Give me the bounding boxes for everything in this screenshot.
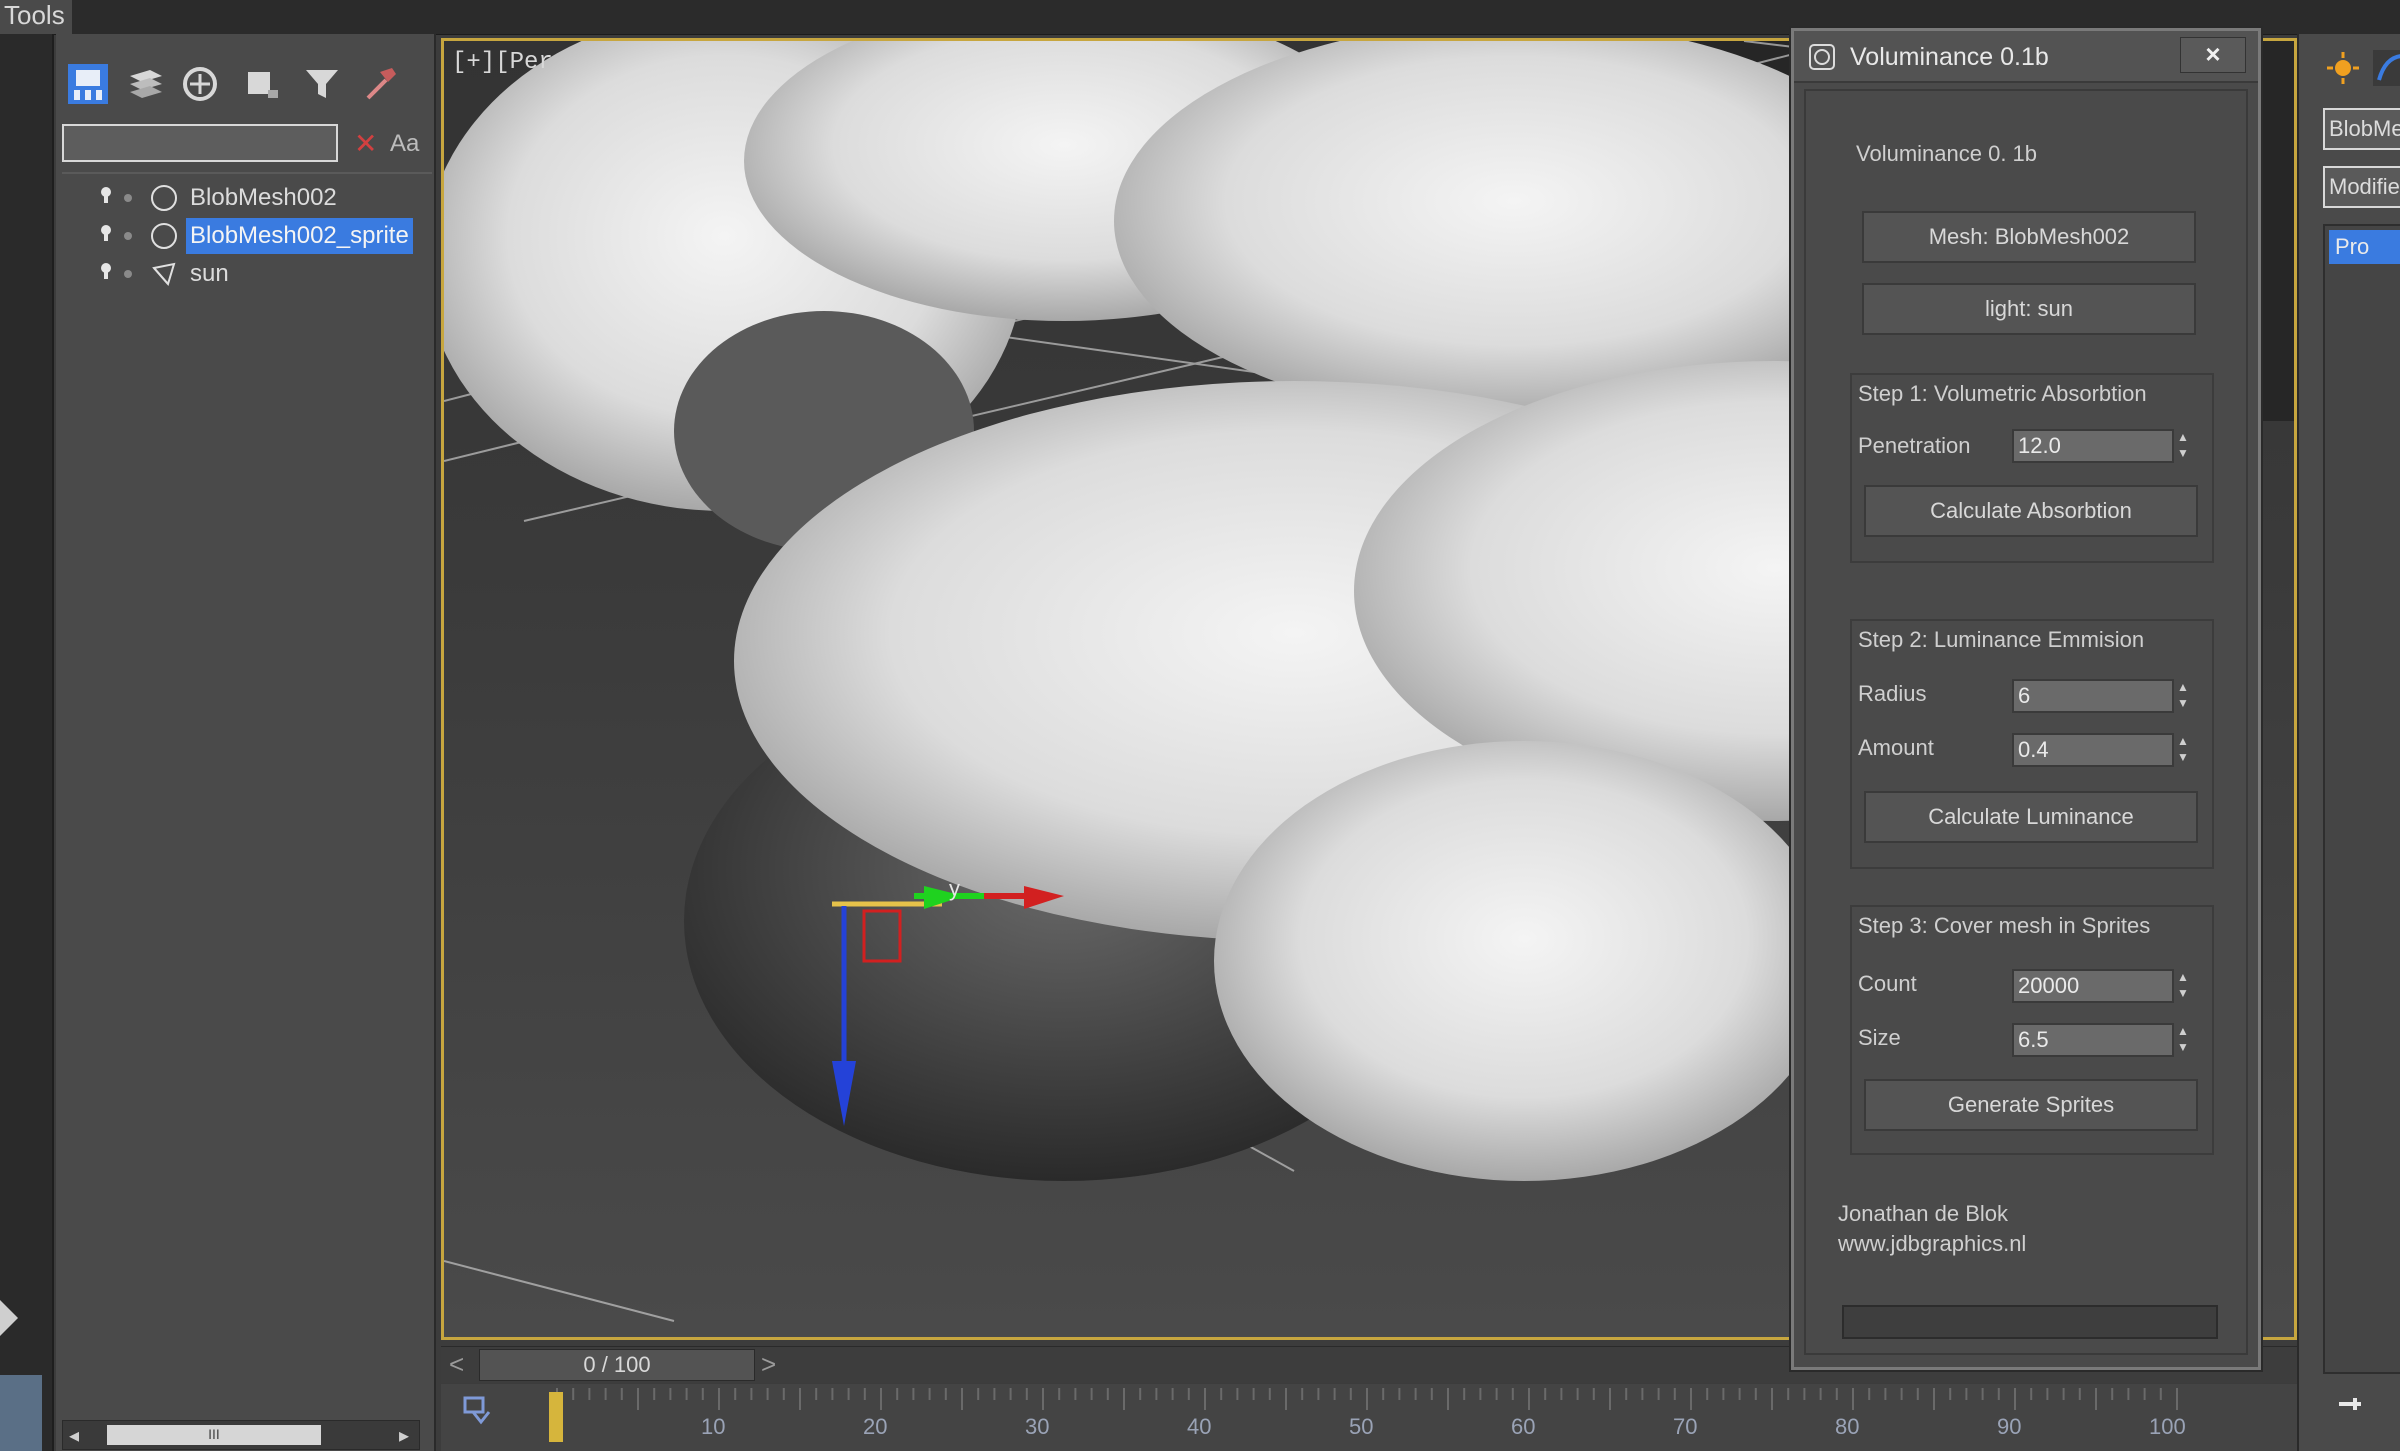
left-toolbar-strip bbox=[0, 34, 54, 1451]
left-strip-button[interactable] bbox=[0, 1375, 42, 1451]
viewport-label[interactable]: [+][Per bbox=[452, 49, 553, 76]
divider bbox=[62, 172, 432, 174]
radius-field[interactable]: 6 bbox=[2012, 679, 2174, 713]
time-next-button[interactable]: > bbox=[761, 1349, 776, 1380]
tick-label: 20 bbox=[863, 1414, 888, 1439]
match-case-toggle[interactable]: Aa bbox=[390, 130, 419, 158]
tree-item-label: sun bbox=[190, 260, 229, 287]
step3-title: Step 3: Cover mesh in Sprites bbox=[1858, 913, 2151, 938]
progress-bar bbox=[1842, 1305, 2218, 1339]
amount-label: Amount bbox=[1858, 735, 1934, 760]
hammer-icon[interactable] bbox=[358, 62, 402, 106]
freeze-dot-icon[interactable] bbox=[124, 232, 132, 240]
penetration-spinner[interactable]: ▲ ▼ bbox=[2174, 429, 2192, 463]
amount-spinner[interactable]: ▲ ▼ bbox=[2174, 733, 2192, 767]
tick-label: 60 bbox=[1511, 1414, 1536, 1439]
author-label: Jonathan de Blok bbox=[1838, 1201, 2009, 1226]
voluminance-dialog: Voluminance 0.1b × Voluminance 0. 1b Mes… bbox=[1791, 28, 2261, 1370]
modifier-stack-item[interactable]: Pro bbox=[2329, 230, 2400, 264]
dialog-body: Voluminance 0. 1b Mesh: BlobMesh002 ligh… bbox=[1804, 89, 2248, 1355]
command-panel-tabs bbox=[2309, 44, 2400, 86]
step1-group: Step 1: Volumetric Absorbtion Penetratio… bbox=[1850, 373, 2214, 563]
geometry-icon bbox=[151, 185, 177, 211]
dialog-titlebar[interactable]: Voluminance 0.1b × bbox=[1794, 31, 2258, 83]
modifier-stack[interactable]: Pro bbox=[2323, 224, 2400, 1374]
size-label: Size bbox=[1858, 1025, 1901, 1050]
tree-item-blobmesh002[interactable]: BlobMesh002 bbox=[70, 180, 432, 216]
step2-group: Step 2: Luminance Emmision Radius 6 ▲ ▼ A… bbox=[1850, 619, 2214, 869]
track-ruler[interactable]: 10 20 30 40 50 60 70 80 90 100 bbox=[551, 1384, 2271, 1451]
count-label: Count bbox=[1858, 971, 1917, 996]
visibility-bulb-icon[interactable] bbox=[100, 262, 112, 280]
tick-label: 100 bbox=[2149, 1414, 2186, 1439]
radius-spinner[interactable]: ▲ ▼ bbox=[2174, 679, 2192, 713]
count-spinner[interactable]: ▲ ▼ bbox=[2174, 969, 2192, 1003]
tree-item-sun[interactable]: sun bbox=[70, 256, 432, 292]
current-frame-marker[interactable] bbox=[549, 1392, 563, 1442]
tree-item-label: BlobMesh002 bbox=[190, 184, 337, 211]
step1-title: Step 1: Volumetric Absorbtion bbox=[1858, 381, 2147, 406]
display-children-icon[interactable] bbox=[240, 62, 284, 106]
freeze-dot-icon[interactable] bbox=[124, 270, 132, 278]
pin-stack-icon[interactable] bbox=[2335, 1390, 2365, 1420]
website-label: www.jdbgraphics.nl bbox=[1838, 1231, 2027, 1256]
tick-label: 30 bbox=[1025, 1414, 1050, 1439]
layers-icon[interactable] bbox=[124, 62, 168, 106]
size-spinner[interactable]: ▲ ▼ bbox=[2174, 1023, 2192, 1057]
penetration-field[interactable]: 12.0 bbox=[2012, 429, 2174, 463]
calculate-luminance-button[interactable]: Calculate Luminance bbox=[1864, 791, 2198, 843]
script-icon bbox=[1809, 44, 1835, 70]
display-objects-icon[interactable] bbox=[66, 62, 110, 106]
visibility-bulb-icon[interactable] bbox=[100, 224, 112, 242]
scene-explorer-toolbar bbox=[62, 62, 432, 114]
visibility-bulb-icon[interactable] bbox=[100, 186, 112, 204]
pick-light-button[interactable]: light: sun bbox=[1862, 283, 2196, 335]
tick-label: 10 bbox=[701, 1414, 726, 1439]
penetration-label: Penetration bbox=[1858, 433, 1971, 458]
geometry-icon bbox=[151, 223, 177, 249]
scene-search-input[interactable] bbox=[62, 124, 338, 162]
tick-label: 50 bbox=[1349, 1414, 1374, 1439]
light-icon bbox=[152, 262, 176, 287]
generate-sprites-button[interactable]: Generate Sprites bbox=[1864, 1079, 2198, 1131]
step2-title: Step 2: Luminance Emmision bbox=[1858, 627, 2145, 652]
key-filter-icon[interactable] bbox=[461, 1392, 495, 1426]
tree-item-label: BlobMesh002_sprite bbox=[186, 218, 413, 254]
tick-label: 90 bbox=[1997, 1414, 2022, 1439]
freeze-dot-icon[interactable] bbox=[124, 194, 132, 202]
tick-label: 80 bbox=[1835, 1414, 1860, 1439]
close-button[interactable]: × bbox=[2180, 37, 2246, 73]
play-icon[interactable] bbox=[0, 1300, 18, 1336]
dialog-header: Voluminance 0. 1b bbox=[1856, 141, 2038, 166]
tick-label: 70 bbox=[1673, 1414, 1698, 1439]
amount-field[interactable]: 0.4 bbox=[2012, 733, 2174, 767]
step3-group: Step 3: Cover mesh in Sprites Count 2000… bbox=[1850, 905, 2214, 1155]
scrollbar-thumb[interactable]: III bbox=[107, 1425, 321, 1445]
tick-label: 40 bbox=[1187, 1414, 1212, 1439]
dialog-title: Voluminance 0.1b bbox=[1850, 43, 2049, 71]
sun-icon[interactable] bbox=[2323, 48, 2363, 88]
object-name-field[interactable]: BlobMe bbox=[2323, 108, 2400, 150]
modifier-list-dropdown[interactable]: Modifie bbox=[2323, 166, 2400, 208]
command-panel: BlobMe Modifie Pro bbox=[2297, 34, 2400, 1451]
count-field[interactable]: 20000 bbox=[2012, 969, 2174, 1003]
time-prev-button[interactable]: < bbox=[449, 1349, 464, 1380]
scroll-right-icon[interactable]: ▸ bbox=[399, 1423, 409, 1448]
explorer-horizontal-scrollbar[interactable]: ◂ III ▸ bbox=[62, 1420, 420, 1450]
scroll-left-icon[interactable]: ◂ bbox=[69, 1423, 79, 1448]
size-field[interactable]: 6.5 bbox=[2012, 1023, 2174, 1057]
track-bar[interactable]: 10 20 30 40 50 60 70 80 90 100 bbox=[441, 1384, 2297, 1451]
time-slider-thumb[interactable]: 0 / 100 bbox=[479, 1349, 755, 1381]
pick-mesh-button[interactable]: Mesh: BlobMesh002 bbox=[1862, 211, 2196, 263]
modify-tab-icon[interactable] bbox=[2371, 48, 2400, 88]
radius-label: Radius bbox=[1858, 681, 1927, 706]
display-none-icon[interactable] bbox=[178, 62, 222, 106]
menu-tools[interactable]: Tools bbox=[0, 0, 72, 34]
tree-item-blobmesh002-sprite[interactable]: BlobMesh002_sprite bbox=[70, 218, 432, 254]
calculate-absorbtion-button[interactable]: Calculate Absorbtion bbox=[1864, 485, 2198, 537]
svg-text:y: y bbox=[949, 876, 960, 901]
clear-search-icon[interactable]: ✕ bbox=[354, 130, 377, 158]
filter-icon[interactable] bbox=[300, 62, 344, 106]
